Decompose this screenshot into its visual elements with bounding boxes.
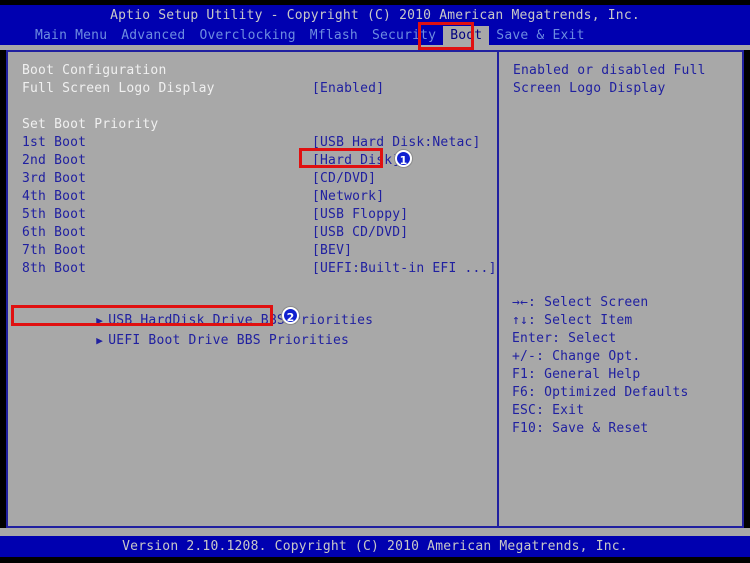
setting-row-full-screen-logo[interactable]: Full Screen Logo Display [Enabled]	[22, 80, 492, 98]
boot-priority-label-5: 5th Boot	[22, 207, 87, 222]
tab-save-and-exit[interactable]: Save & Exit	[489, 26, 591, 45]
boot-priority-label-4: 4th Boot	[22, 189, 87, 204]
set-boot-priority-heading: Set Boot Priority	[22, 117, 159, 132]
boot-priority-value-6[interactable]: [USB CD/DVD]	[312, 224, 408, 242]
submenu-usb-harddisk-bbs-priorities[interactable]: ▶ USB HardDisk Drive BBS Priorities	[16, 294, 373, 328]
tab-boot[interactable]: Boot	[443, 26, 490, 45]
full-screen-logo-label: Full Screen Logo Display	[22, 81, 215, 96]
help-description-line-2: Screen Logo Display	[513, 81, 666, 96]
boot-priority-value-1[interactable]: [USB Hard Disk:Netac]	[312, 134, 481, 152]
boot-priority-row-4[interactable]: 4th Boot [Network]	[22, 188, 492, 206]
boot-priority-row-3[interactable]: 3rd Boot [CD/DVD]	[22, 170, 492, 188]
tab-security[interactable]: Security	[365, 26, 443, 45]
boot-priority-row-1[interactable]: 1st Boot [USB Hard Disk:Netac]	[22, 134, 492, 152]
tab-main-menu[interactable]: Main Menu	[28, 26, 114, 45]
key-hint-enter-select: Enter: Select	[512, 331, 617, 346]
boot-priority-value-5[interactable]: [USB Floppy]	[312, 206, 408, 224]
bios-setup-screen: Aptio Setup Utility - Copyright (C) 2010…	[0, 0, 750, 563]
boot-priority-value-7[interactable]: [BEV]	[312, 242, 352, 260]
submenu-uefi-boot-bbs-priorities[interactable]: ▶ UEFI Boot Drive BBS Priorities	[16, 314, 349, 348]
boot-priority-label-6: 6th Boot	[22, 225, 87, 240]
boot-configuration-heading: Boot Configuration	[22, 63, 167, 78]
annotation-badge-1: 1	[395, 150, 412, 167]
boot-priority-label-7: 7th Boot	[22, 243, 87, 258]
main-menu-bar: Main Menu Advanced Overclocking Mflash S…	[0, 26, 750, 45]
key-hint-esc-exit: ESC: Exit	[512, 403, 585, 418]
key-hint-select-screen: →←: Select Screen	[512, 295, 649, 310]
content-panel: Boot Configuration Full Screen Logo Disp…	[6, 50, 744, 528]
boot-priority-row-7[interactable]: 7th Boot [BEV]	[22, 242, 492, 260]
settings-column: Boot Configuration Full Screen Logo Disp…	[8, 52, 497, 526]
boot-priority-label-8: 8th Boot	[22, 261, 87, 276]
version-footer: Version 2.10.1208. Copyright (C) 2010 Am…	[0, 536, 750, 557]
key-hint-change-opt: +/-: Change Opt.	[512, 349, 641, 364]
boot-priority-row-8[interactable]: 8th Boot [UEFI:Built-in EFI ...]	[22, 260, 496, 278]
boot-priority-label-1: 1st Boot	[22, 135, 87, 150]
boot-priority-row-5[interactable]: 5th Boot [USB Floppy]	[22, 206, 492, 224]
footer-shadow-strip	[0, 528, 750, 536]
boot-priority-value-8[interactable]: [UEFI:Built-in EFI ...]	[312, 260, 497, 278]
annotation-badge-2: 2	[282, 307, 299, 324]
tab-mflash[interactable]: Mflash	[303, 26, 365, 45]
boot-priority-value-4[interactable]: [Network]	[312, 188, 384, 206]
boot-priority-value-2[interactable]: [Hard Disk]	[312, 152, 400, 170]
key-hint-optimized-defaults: F6: Optimized Defaults	[512, 385, 689, 400]
boot-priority-label-2: 2nd Boot	[22, 153, 87, 168]
key-hint-save-and-reset: F10: Save & Reset	[512, 421, 649, 436]
boot-priority-row-6[interactable]: 6th Boot [USB CD/DVD]	[22, 224, 492, 242]
submenu-label-uefi-boot: UEFI Boot Drive BBS Priorities	[108, 333, 350, 348]
boot-priority-label-3: 3rd Boot	[22, 171, 87, 186]
utility-title: Aptio Setup Utility - Copyright (C) 2010…	[0, 5, 750, 26]
help-column: Enabled or disabled Full Screen Logo Dis…	[499, 52, 742, 526]
key-hint-general-help: F1: General Help	[512, 367, 641, 382]
submenu-arrow-icon: ▶	[96, 334, 104, 347]
key-hint-select-item: ↑↓: Select Item	[512, 313, 633, 328]
tab-advanced[interactable]: Advanced	[114, 26, 192, 45]
help-description-line-1: Enabled or disabled Full	[513, 63, 706, 78]
boot-priority-row-2[interactable]: 2nd Boot [Hard Disk]	[22, 152, 492, 170]
boot-priority-value-3[interactable]: [CD/DVD]	[312, 170, 376, 188]
full-screen-logo-value[interactable]: [Enabled]	[312, 80, 384, 98]
tab-overclocking[interactable]: Overclocking	[192, 26, 302, 45]
